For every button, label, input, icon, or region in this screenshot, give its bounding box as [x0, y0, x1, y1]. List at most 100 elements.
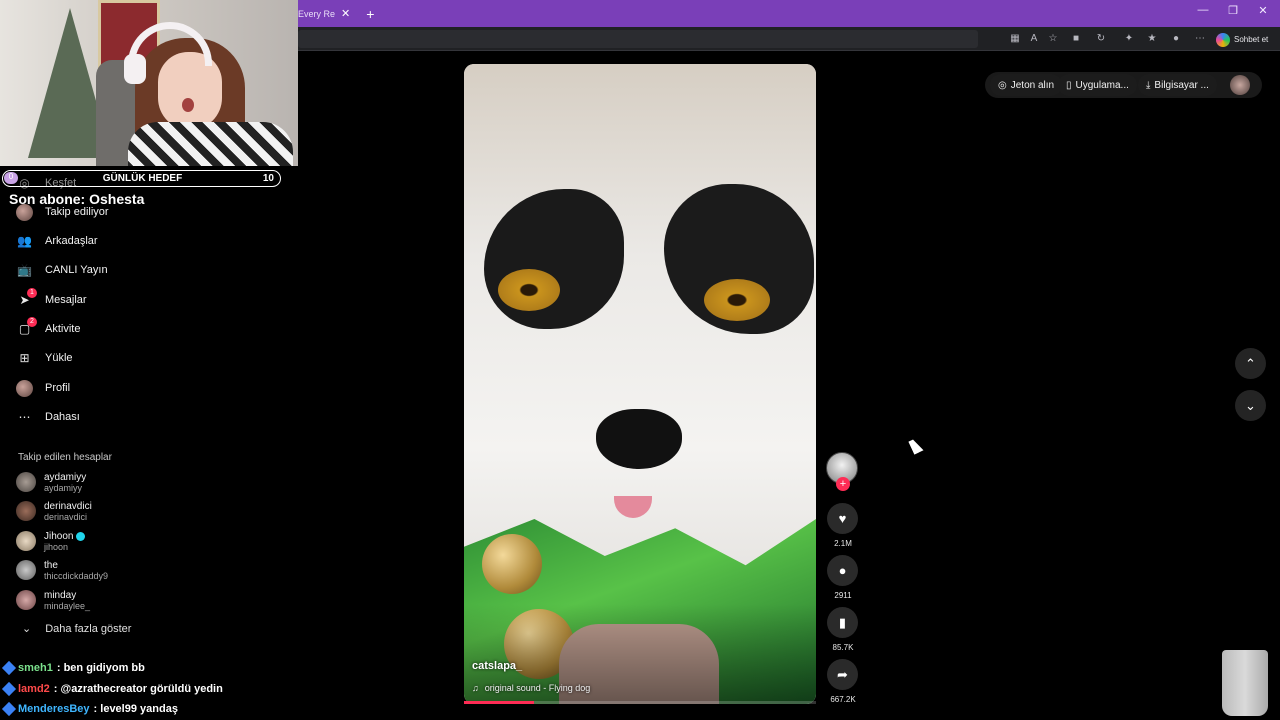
sidebar-item-friends[interactable]: 👥 Arkadaşlar: [16, 230, 98, 252]
refresh-extension-icon[interactable]: ↻: [1094, 31, 1108, 47]
get-app-label: Uygulama...: [1075, 79, 1129, 91]
activity-badge: 2: [27, 316, 37, 327]
avatar: [16, 501, 36, 521]
sidebar-item-explore[interactable]: ◎ Keşfet: [16, 172, 76, 194]
sidebar-item-more[interactable]: ⋯ Dahası: [16, 406, 80, 428]
sidebar-item-live[interactable]: 📺 CANLI Yayın: [16, 259, 108, 281]
video-sound[interactable]: ♫ original sound - Flying dog: [472, 683, 590, 693]
address-bar[interactable]: [298, 30, 978, 48]
chat-message: lamd2 : @azrathecreator görüldü yedin: [1, 680, 223, 698]
headphone-ear: [124, 54, 146, 84]
account-name: Jihoon: [44, 530, 74, 542]
tab-grid-icon[interactable]: ▦: [1008, 31, 1022, 47]
translate-icon[interactable]: A: [1027, 31, 1041, 47]
comment-button[interactable]: ●: [827, 555, 858, 586]
account-name: aydamiyy: [44, 471, 87, 483]
like-button[interactable]: ♥: [827, 503, 858, 534]
show-more-link[interactable]: ⌄ Daha fazla göster: [22, 622, 132, 636]
sidebar-item-upload[interactable]: ⊞ Yükle: [16, 347, 72, 369]
sidebar-item-label: Arkadaşlar: [45, 235, 98, 247]
save-button[interactable]: ▮: [827, 607, 858, 638]
profile-avatar-icon: [16, 379, 33, 397]
following-account[interactable]: aydamiyy aydamiyy: [16, 468, 86, 496]
minimize-icon[interactable]: —: [1188, 4, 1218, 16]
video-progress-bar[interactable]: [464, 701, 816, 704]
like-count: 2.1M: [834, 539, 852, 548]
messages-badge: 1: [27, 287, 37, 298]
tab-title: Every Re: [298, 8, 336, 19]
sound-title: original sound - Flying dog: [484, 683, 591, 693]
puzzle-icon[interactable]: ✦: [1122, 31, 1136, 47]
favorite-star-icon[interactable]: ☆: [1046, 31, 1060, 47]
user-avatar[interactable]: [1230, 75, 1250, 95]
video-player[interactable]: [464, 64, 816, 704]
chat-username: MenderesBey: [18, 703, 90, 715]
avatar: [16, 531, 36, 551]
following-account[interactable]: derinavdici derinavdici: [16, 497, 92, 525]
account-handle: aydamiyy: [44, 482, 83, 493]
bookmark-icon: ▮: [838, 614, 847, 630]
avatar: [16, 472, 36, 492]
account-name: minday: [44, 589, 77, 601]
live-tv-icon: 📺: [17, 263, 32, 277]
sidebar-item-label: Takip ediliyor: [45, 206, 109, 218]
account-name: derinavdici: [44, 500, 92, 512]
cat-eye-left: [498, 269, 560, 311]
share-button[interactable]: ➦: [827, 659, 858, 690]
desktop-app-button[interactable]: ⤓ Bilgisayar ...: [1138, 74, 1217, 96]
phone-icon: ▯: [1066, 79, 1072, 91]
chat-text: : @azrathecreator görüldü yedin: [53, 683, 223, 695]
webcam-overlay: [0, 0, 298, 166]
sidebar-item-following[interactable]: Takip ediliyor: [16, 201, 109, 223]
profile-icon[interactable]: ●: [1169, 31, 1183, 47]
favorites-icon[interactable]: ★: [1145, 31, 1159, 47]
chevron-down-icon: ⌄: [22, 623, 32, 635]
sidebar-item-profile[interactable]: Profil: [16, 377, 70, 399]
music-note-icon: ♫: [472, 683, 479, 693]
desktop-app-label: Bilgisayar ...: [1154, 79, 1209, 91]
previous-video-button[interactable]: ⌃: [1235, 348, 1266, 379]
chat-username: smeh1: [18, 662, 53, 674]
friends-icon: 👥: [17, 234, 32, 248]
follow-plus-icon[interactable]: +: [836, 477, 850, 491]
sidebar-item-messages[interactable]: ➤ 1 Mesajlar: [16, 287, 87, 311]
chat-message: MenderesBey : level99 yandaş: [1, 700, 178, 718]
browser-tab[interactable]: Every Re ✕ +: [298, 4, 374, 23]
download-icon: ⤓: [1146, 79, 1151, 91]
avatar: [16, 560, 36, 580]
following-account[interactable]: the thiccdickdaddy9: [16, 556, 108, 584]
menu-dots-icon[interactable]: ⋯: [1193, 31, 1207, 47]
following-accounts-title: Takip edilen hesaplar: [18, 452, 112, 463]
save-count: 85.7K: [832, 643, 854, 652]
chat-text: : ben gidiyom bb: [56, 662, 145, 674]
mouse-cursor-icon: [908, 437, 924, 455]
chat-username: lamd2: [18, 683, 50, 695]
more-dots-icon: ⋯: [18, 410, 31, 424]
show-more-label: Daha fazla göster: [45, 622, 132, 635]
maximize-icon[interactable]: ❐: [1218, 4, 1248, 17]
account-handle: jihoon: [44, 541, 69, 552]
following-account[interactable]: Jihoon jihoon: [16, 527, 86, 555]
share-count: 667.2K: [830, 695, 856, 704]
tab-close-icon[interactable]: ✕: [341, 7, 350, 20]
account-handle: mindaylee_: [44, 600, 91, 611]
close-window-icon[interactable]: ✕: [1248, 4, 1278, 17]
get-coins-label: Jeton alın: [1010, 79, 1055, 91]
video-username[interactable]: catslapa_: [472, 660, 522, 672]
coin-icon: ◎: [998, 79, 1007, 91]
get-app-button[interactable]: ▯ Uygulama...: [1058, 74, 1137, 96]
sidebar-item-label: Aktivite: [45, 323, 81, 335]
striped-sweater: [128, 122, 293, 166]
following-account[interactable]: minday mindaylee_: [16, 586, 90, 614]
glass-of-water: [1222, 650, 1268, 716]
extension-icon[interactable]: ■: [1069, 31, 1083, 47]
sidebar-item-label: Keşfet: [45, 177, 77, 189]
cat-nose: [596, 409, 682, 469]
next-video-button[interactable]: ⌄: [1235, 390, 1266, 421]
get-coins-button[interactable]: ◎ Jeton alın: [990, 74, 1063, 96]
sidebar-item-activity[interactable]: ▢ 2 Aktivite: [16, 316, 81, 340]
video-progress-fill: [464, 701, 535, 704]
new-tab-icon[interactable]: +: [366, 6, 374, 22]
chevron-up-icon: ⌃: [1245, 355, 1256, 371]
copilot-button[interactable]: Sohbet et: [1216, 30, 1268, 49]
